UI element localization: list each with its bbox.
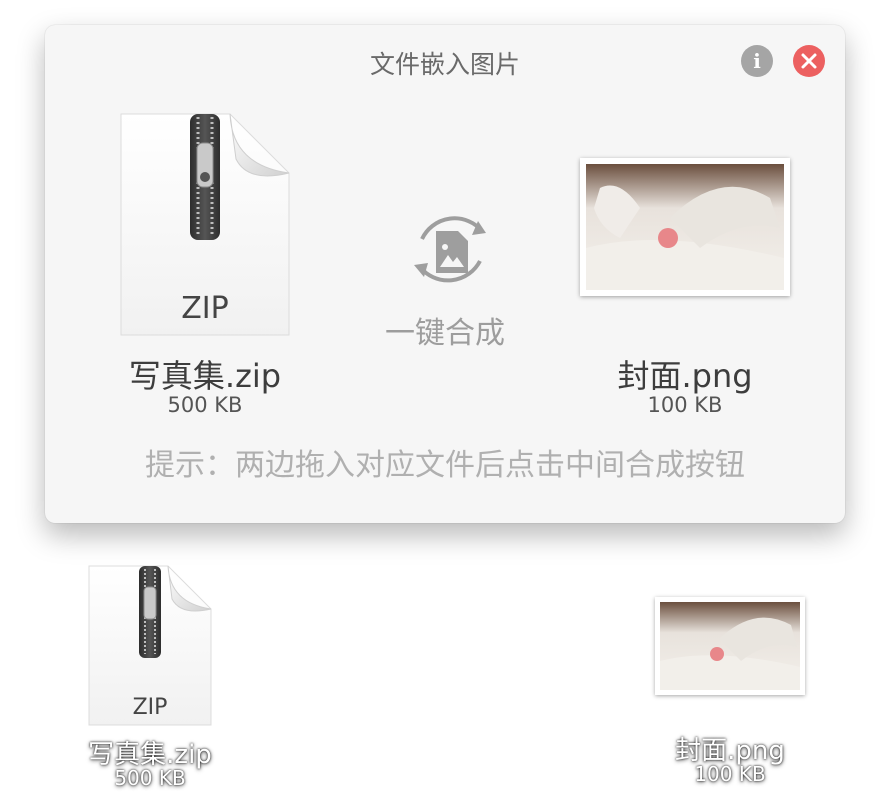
dragging-image-file[interactable] [655, 597, 805, 695]
zip-file-size: 500 KB [167, 393, 243, 417]
image-drop-zone[interactable] [580, 158, 790, 296]
zip-icon-label: ZIP [132, 695, 168, 720]
dragging-zip-file[interactable]: ZIP [88, 565, 212, 731]
merge-button[interactable] [400, 205, 500, 295]
image-file-name: 封面.png [617, 357, 753, 395]
window-title: 文件嵌入图片 [369, 50, 520, 79]
zip-drop-zone[interactable]: ZIP [120, 113, 290, 341]
cover-image-thumbnail [660, 602, 800, 690]
dragging-zip-size: 500 KB [114, 766, 186, 790]
dragging-image-size: 100 KB [694, 762, 766, 786]
embed-window: 文件嵌入图片 i ZIP 写真集.zip 500 KB 一键合成 封面.png … [45, 25, 845, 523]
info-button[interactable]: i [741, 45, 773, 77]
merge-label: 一键合成 [385, 316, 505, 351]
info-icon: i [753, 49, 761, 73]
merge-sync-icon [414, 216, 486, 283]
zip-file-name: 写真集.zip [128, 357, 282, 395]
hint-text: 提示：两边拖入对应文件后点击中间合成按钮 [145, 448, 745, 483]
image-file-size: 100 KB [647, 393, 723, 417]
close-button[interactable] [793, 45, 825, 77]
close-icon [801, 53, 817, 69]
zip-icon-label: ZIP [181, 291, 229, 326]
cover-image-thumbnail [586, 164, 784, 290]
